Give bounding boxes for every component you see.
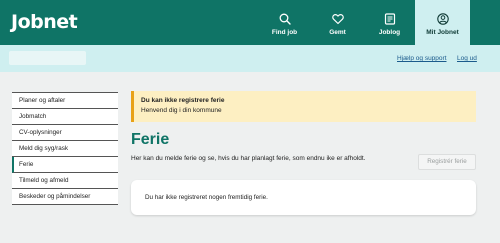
nav-gemt[interactable]: Gemt	[315, 0, 360, 45]
sidemenu-item-beskeder[interactable]: Beskeder og påmindelser	[12, 189, 118, 205]
nav-joblog[interactable]: Joblog	[367, 0, 412, 45]
nav-find-job[interactable]: Find job	[262, 0, 307, 45]
sidemenu-item-syg-rask[interactable]: Meld dig syg/rask	[12, 141, 118, 157]
sidemenu-item-tilmeld[interactable]: Tilmeld og afmeld	[12, 173, 118, 189]
secondary-bar: Hjælp og support Log ud	[0, 45, 500, 72]
jobnet-logo[interactable]: Jobnet	[11, 11, 78, 33]
top-navigation-bar: Jobnet Find job Gemt Joblog Mit Jobnet	[0, 0, 500, 45]
alert-text: Henvend dig i din kommune	[141, 107, 222, 114]
nav-joblog-label: Joblog	[378, 29, 401, 36]
warning-alert: Du kan ikke registrere ferie Henvend dig…	[131, 91, 476, 122]
user-icon	[436, 13, 449, 29]
user-name-placeholder	[9, 51, 86, 65]
alert-title: Du kan ikke registrere ferie	[141, 97, 225, 104]
page-title: Ferie	[131, 131, 170, 148]
nav-mit-jobnet-label: Mit Jobnet	[426, 29, 459, 36]
nav-gemt-label: Gemt	[329, 29, 346, 36]
nav-find-job-label: Find job	[271, 29, 298, 36]
heart-icon	[331, 13, 344, 29]
empty-state-text: Du har ikke registreret nogen fremtidig …	[145, 194, 268, 201]
sidemenu-item-cv[interactable]: CV-oplysninger	[12, 125, 118, 141]
intro-text: Her kan du melde ferie og se, hvis du ha…	[131, 155, 366, 162]
register-vacation-button[interactable]: Registrér ferie	[418, 154, 476, 170]
side-menu: Planer og aftaler Jobmatch CV-oplysninge…	[12, 92, 118, 205]
sidemenu-item-jobmatch[interactable]: Jobmatch	[12, 109, 118, 125]
sidemenu-item-planer[interactable]: Planer og aftaler	[12, 93, 118, 109]
search-icon	[279, 13, 291, 29]
logout-link[interactable]: Log ud	[457, 55, 477, 62]
sidemenu-item-ferie[interactable]: Ferie	[12, 157, 118, 173]
empty-state-card: Du har ikke registreret nogen fremtidig …	[131, 180, 476, 215]
joblog-icon	[384, 13, 396, 29]
nav-mit-jobnet[interactable]: Mit Jobnet	[415, 0, 470, 45]
help-support-link[interactable]: Hjælp og support	[397, 55, 447, 62]
